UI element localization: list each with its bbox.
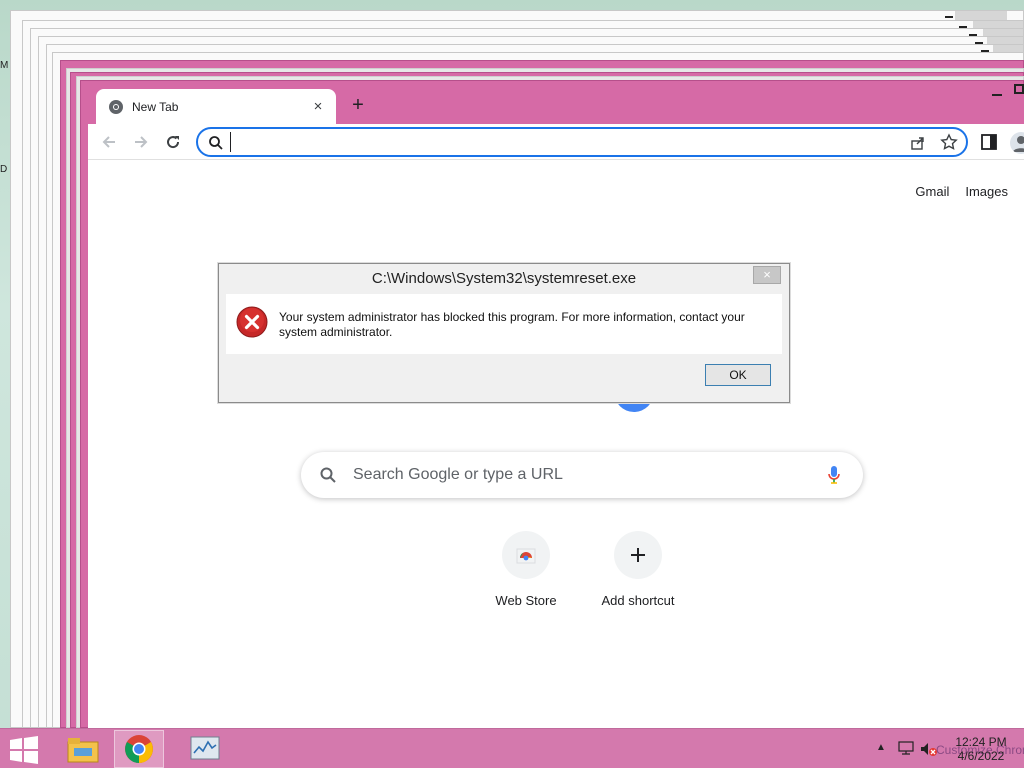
network-icon[interactable]	[898, 741, 914, 755]
search-placeholder: Search Google or type a URL	[353, 466, 563, 483]
dialog-message: Your system administrator has blocked th…	[279, 310, 745, 339]
search-icon	[320, 467, 336, 483]
omnibox[interactable]	[196, 127, 968, 157]
desktop-icon-label[interactable]: D	[0, 164, 7, 175]
gmail-link[interactable]: Gmail	[915, 184, 949, 199]
tray-overflow-icon[interactable]: ▲	[876, 742, 886, 753]
new-tab-button[interactable]: +	[346, 93, 370, 117]
dialog-close-button[interactable]: ×	[753, 266, 781, 284]
task-manager-icon	[190, 736, 220, 760]
chrome-icon	[125, 735, 153, 763]
back-arrow-icon	[102, 136, 115, 148]
clock-date: 4/6/2022	[957, 749, 1005, 763]
address-input[interactable]	[230, 132, 870, 152]
ok-button[interactable]: OK	[705, 364, 771, 386]
tab-new-tab[interactable]: New Tab ×	[96, 89, 336, 124]
share-icon[interactable]	[910, 135, 926, 151]
ntp-search-box[interactable]: Search Google or type a URL	[301, 452, 863, 498]
reload-button[interactable]	[160, 129, 186, 155]
profile-avatar[interactable]	[1010, 132, 1024, 154]
dialog-body: Your system administrator has blocked th…	[226, 294, 782, 354]
webstore-icon	[516, 548, 536, 564]
shortcut-web-store[interactable]: Web Store	[470, 531, 582, 608]
dialog-title: C:\Windows\System32\systemreset.exe	[371, 270, 637, 287]
plus-icon	[631, 548, 645, 562]
tab-title: New Tab	[132, 99, 179, 114]
close-tab-icon[interactable]: ×	[310, 98, 326, 115]
images-link[interactable]: Images	[965, 184, 1008, 199]
chrome-window: New Tab × + Gmail Images Search Google o…	[88, 84, 1024, 728]
forward-button[interactable]	[128, 129, 154, 155]
side-panel-icon[interactable]	[980, 133, 998, 151]
error-dialog: C:\Windows\System32\systemreset.exe × Yo…	[218, 263, 790, 403]
error-icon	[236, 306, 268, 338]
taskbar: ▲ Customize Chrome 12:24 PM 4/6/2022	[0, 728, 1024, 768]
forward-arrow-icon	[135, 136, 148, 148]
reload-icon	[167, 136, 180, 149]
back-button[interactable]	[96, 129, 122, 155]
shortcut-label: Web Store	[495, 593, 557, 608]
minimize-icon[interactable]	[992, 86, 1002, 96]
taskbar-file-explorer[interactable]	[58, 730, 108, 768]
file-explorer-icon	[67, 738, 99, 763]
desktop-icon-label[interactable]: M	[0, 60, 8, 71]
microphone-icon[interactable]	[827, 465, 841, 485]
person-icon	[1013, 136, 1024, 152]
tab-strip: New Tab × +	[88, 84, 1024, 124]
windows-start-icon[interactable]	[8, 736, 40, 764]
shortcut-tile	[614, 531, 662, 579]
taskbar-chrome[interactable]	[114, 730, 164, 768]
chrome-favicon-icon	[109, 99, 123, 114]
browser-toolbar	[88, 124, 1024, 160]
shortcut-tile	[502, 531, 550, 579]
new-tab-page: Gmail Images Search Google or type a URL	[88, 160, 1024, 728]
top-links: Gmail Images	[915, 184, 1008, 199]
shortcut-label: Add shortcut	[601, 593, 675, 608]
search-icon	[209, 136, 223, 150]
bookmark-star-icon[interactable]	[940, 133, 958, 151]
maximize-icon[interactable]	[1014, 84, 1024, 94]
system-clock[interactable]: 12:24 PM 4/6/2022	[952, 735, 1010, 763]
clock-time: 12:24 PM	[955, 735, 1007, 749]
taskbar-task-manager[interactable]	[176, 730, 234, 768]
shortcut-add[interactable]: Add shortcut	[582, 531, 694, 608]
